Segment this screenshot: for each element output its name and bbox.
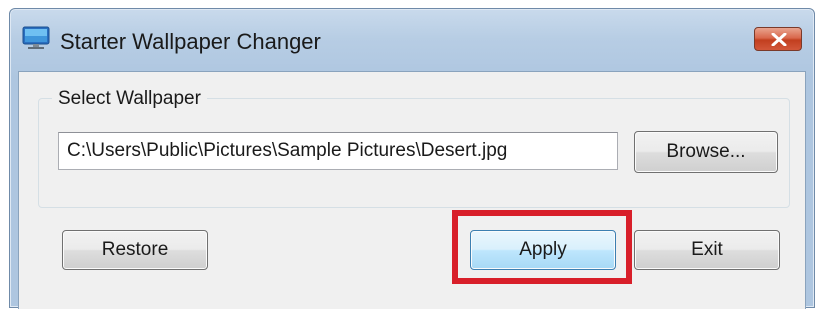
title-bar[interactable]: Starter Wallpaper Changer <box>10 9 814 71</box>
window-title: Starter Wallpaper Changer <box>60 29 321 54</box>
monitor-icon <box>22 26 50 50</box>
wallpaper-path-input[interactable] <box>58 132 618 170</box>
restore-button[interactable]: Restore <box>62 230 208 270</box>
browse-button[interactable]: Browse... <box>634 131 778 173</box>
close-button[interactable] <box>754 27 802 51</box>
close-icon <box>771 33 787 46</box>
exit-button[interactable]: Exit <box>634 230 780 270</box>
apply-button[interactable]: Apply <box>470 230 616 270</box>
group-label: Select Wallpaper <box>52 88 207 110</box>
